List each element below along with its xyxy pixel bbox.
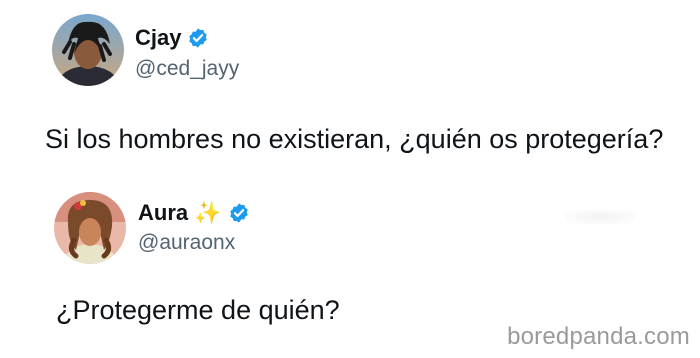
sparkles-icon: ✨ — [194, 200, 222, 225]
display-name[interactable]: Aura — [138, 200, 188, 226]
tweet-cjay: Cjay @ced_jayy Si los hombres no existie… — [0, 0, 700, 190]
tweet-text: Si los hombres no existieran, ¿quién os … — [45, 124, 664, 154]
verified-badge-icon — [228, 202, 250, 224]
watermark: boredpanda.com — [507, 323, 690, 350]
avatar[interactable] — [52, 14, 124, 86]
verified-badge-icon — [187, 27, 209, 49]
user-handle[interactable]: @ced_jayy — [135, 57, 239, 81]
user-handle[interactable]: @auraonx — [138, 231, 235, 255]
name-row: Cjay — [135, 25, 209, 51]
avatar[interactable] — [54, 192, 126, 264]
display-name[interactable]: Cjay — [135, 25, 181, 51]
name-row: Aura ✨ — [138, 200, 250, 226]
tweet-text: ¿Protegerme de quién? — [56, 295, 340, 325]
faint-artifact — [565, 210, 635, 224]
